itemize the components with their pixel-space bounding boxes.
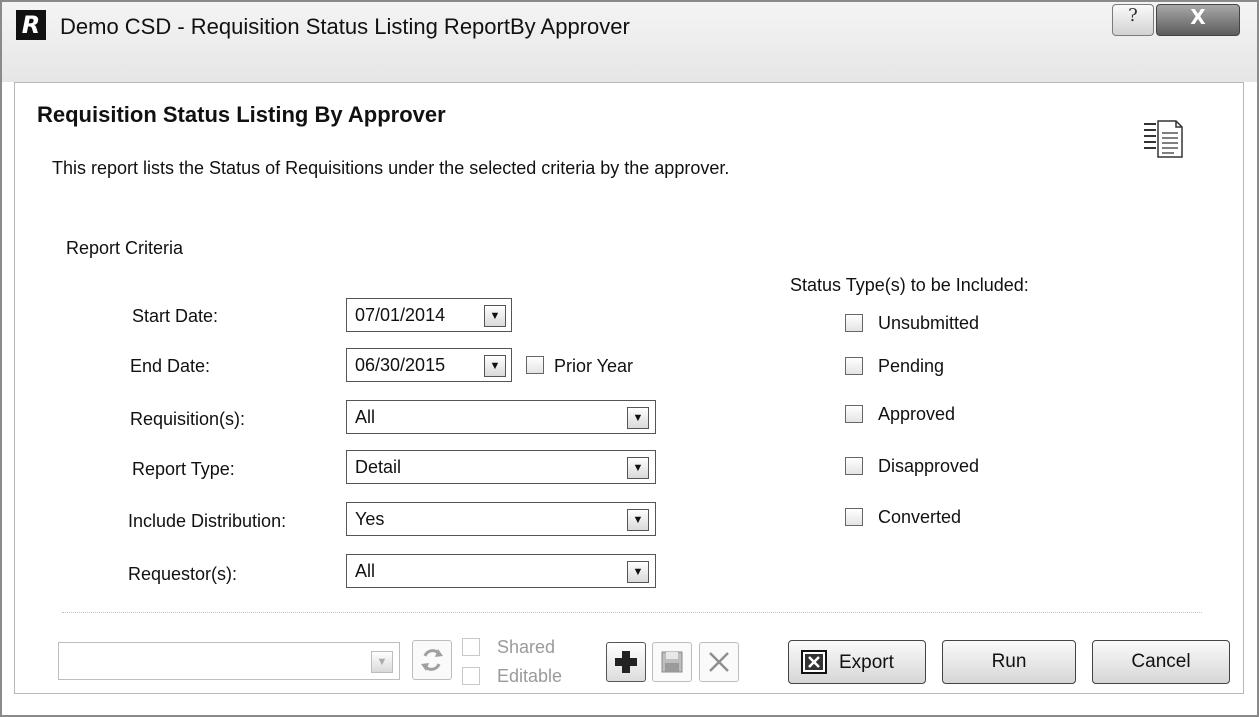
disapproved-checkbox[interactable] [845, 457, 863, 475]
requestors-label: Requestor(s): [128, 564, 238, 584]
report-type-select[interactable]: Detail ▼ [346, 450, 656, 484]
save-icon [661, 651, 683, 673]
chevron-down-icon[interactable]: ▼ [371, 651, 393, 673]
include-distribution-select[interactable]: Yes ▼ [346, 502, 656, 536]
requestors-select[interactable]: All ▼ [346, 554, 656, 588]
report-document-icon [1144, 120, 1183, 158]
requisitions-label: Requisition(s): [130, 409, 246, 429]
export-button[interactable]: Export [788, 640, 926, 684]
report-description: This report lists the Status of Requisit… [52, 158, 730, 178]
end-date-picker[interactable]: 06/30/2015 ▼ [346, 348, 512, 382]
report-criteria-heading: Report Criteria [66, 238, 184, 258]
shared-checkbox[interactable] [462, 638, 480, 656]
shared-label: Shared [497, 637, 556, 657]
chevron-down-icon[interactable]: ▼ [484, 355, 506, 377]
pending-checkbox[interactable] [845, 357, 863, 375]
disapproved-label: Disapproved [878, 456, 980, 476]
start-date-value: 07/01/2014 [355, 305, 446, 325]
requisitions-value: All [355, 407, 376, 427]
include-distribution-label: Include Distribution: [128, 511, 287, 531]
add-report-button[interactable] [606, 642, 646, 682]
approved-label: Approved [878, 404, 956, 424]
window-title: Demo CSD - Requisition Status Listing Re… [60, 14, 630, 39]
refresh-icon [421, 649, 443, 671]
unsubmitted-label: Unsubmitted [878, 313, 980, 333]
converted-label: Converted [878, 507, 962, 527]
unsubmitted-checkbox[interactable] [845, 314, 863, 332]
pending-label: Pending [878, 356, 945, 376]
page-title: Requisition Status Listing By Approver [37, 102, 446, 127]
saved-report-select[interactable]: ▼ [58, 642, 400, 680]
report-dialog-window: R Demo CSD - Requisition Status Listing … [0, 0, 1259, 717]
prior-year-label: Prior Year [554, 356, 634, 376]
status-types-heading: Status Type(s) to be Included: [790, 275, 1029, 295]
export-label: Export [839, 652, 894, 673]
report-type-value: Detail [355, 457, 402, 477]
report-type-label: Report Type: [132, 459, 235, 479]
editable-checkbox[interactable] [462, 667, 480, 685]
plus-icon [615, 651, 637, 673]
chevron-down-icon[interactable]: ▼ [484, 305, 506, 327]
prior-year-checkbox[interactable] [526, 356, 544, 374]
requisitions-select[interactable]: All ▼ [346, 400, 656, 434]
start-date-label: Start Date: [132, 306, 219, 326]
chevron-down-icon[interactable]: ▼ [627, 561, 649, 583]
requestors-value: All [355, 561, 376, 581]
section-divider [62, 612, 1202, 613]
run-button[interactable]: Run [942, 640, 1076, 684]
chevron-down-icon[interactable]: ▼ [627, 457, 649, 479]
end-date-label: End Date: [130, 356, 211, 376]
delete-report-button[interactable] [699, 642, 739, 682]
chevron-down-icon[interactable]: ▼ [627, 509, 649, 531]
editable-label: Editable [497, 666, 563, 686]
end-date-value: 06/30/2015 [355, 355, 446, 375]
app-logo-icon: R [16, 10, 46, 40]
approved-checkbox[interactable] [845, 405, 863, 423]
include-distribution-value: Yes [355, 509, 385, 529]
start-date-picker[interactable]: 07/01/2014 ▼ [346, 298, 512, 332]
save-report-button[interactable] [652, 642, 692, 682]
excel-icon [801, 650, 827, 674]
title-bar[interactable]: R Demo CSD - Requisition Status Listing … [2, 2, 1257, 82]
refresh-button[interactable] [412, 640, 452, 680]
converted-checkbox[interactable] [845, 508, 863, 526]
chevron-down-icon[interactable]: ▼ [627, 407, 649, 429]
delete-x-icon [709, 652, 729, 672]
cancel-button[interactable]: Cancel [1092, 640, 1230, 684]
close-button[interactable]: X [1156, 4, 1240, 36]
help-button[interactable]: ? [1112, 4, 1154, 36]
